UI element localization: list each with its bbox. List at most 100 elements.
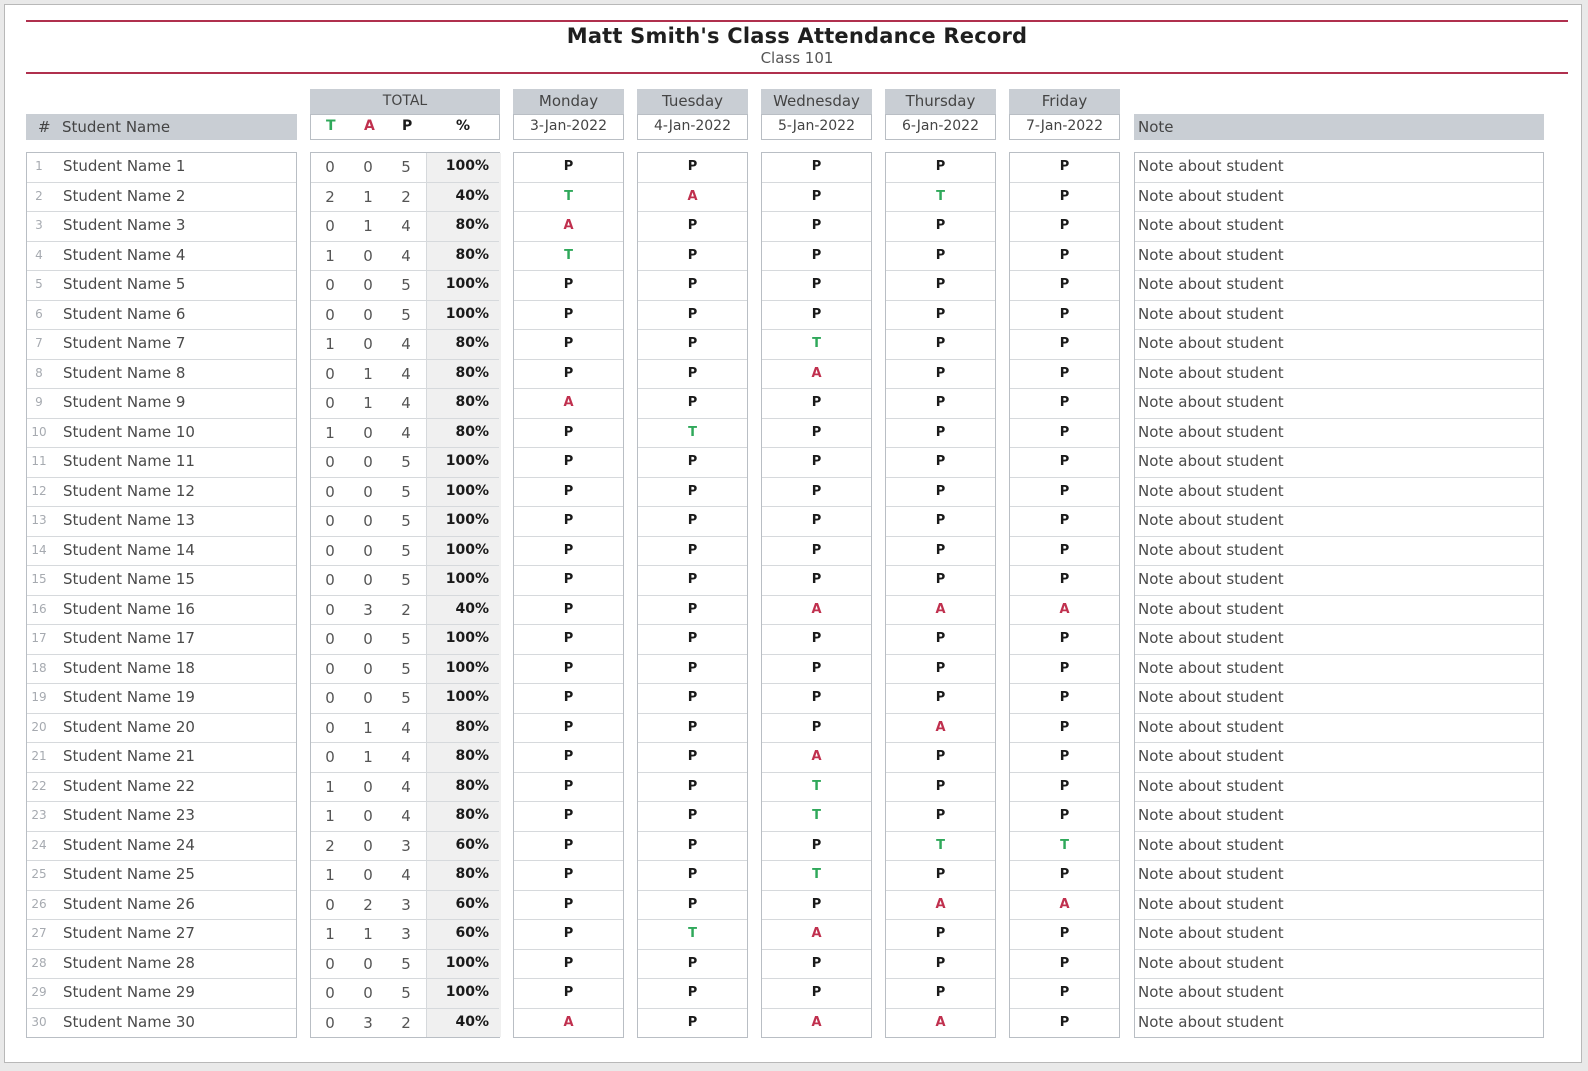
attendance-cell[interactable]: P (886, 360, 995, 389)
attendance-cell[interactable]: P (638, 802, 747, 832)
attendance-cell[interactable]: P (762, 950, 871, 979)
attendance-cell[interactable]: P (1010, 625, 1119, 655)
attendance-cell[interactable]: P (1010, 419, 1119, 448)
attendance-cell[interactable]: P (638, 212, 747, 242)
attendance-cell[interactable]: P (514, 920, 623, 950)
attendance-cell[interactable]: P (514, 153, 623, 183)
attendance-cell[interactable]: P (1010, 537, 1119, 566)
attendance-cell[interactable]: P (1010, 271, 1119, 301)
table-row[interactable]: 11 Student Name 11 (27, 448, 296, 478)
attendance-cell[interactable]: A (514, 1009, 623, 1039)
table-row[interactable]: 26 Student Name 26 (27, 891, 296, 920)
note-row[interactable]: Note about student (1135, 330, 1543, 360)
attendance-cell[interactable]: P (638, 891, 747, 920)
attendance-cell[interactable]: P (1010, 478, 1119, 507)
table-row[interactable]: 24 Student Name 24 (27, 832, 296, 861)
attendance-cell[interactable]: P (638, 271, 747, 301)
attendance-cell[interactable]: P (638, 743, 747, 773)
table-row[interactable]: 16 Student Name 16 (27, 596, 296, 625)
attendance-cell[interactable]: P (886, 389, 995, 419)
attendance-cell[interactable]: P (638, 596, 747, 625)
table-row[interactable]: 6 Student Name 6 (27, 301, 296, 330)
attendance-cell[interactable]: P (886, 271, 995, 301)
attendance-cell[interactable]: P (514, 271, 623, 301)
attendance-cell[interactable]: P (638, 507, 747, 537)
attendance-cell[interactable]: P (762, 891, 871, 920)
attendance-cell[interactable]: P (762, 153, 871, 183)
note-row[interactable]: Note about student (1135, 979, 1543, 1009)
note-row[interactable]: Note about student (1135, 478, 1543, 507)
table-row[interactable]: 2 Student Name 2 (27, 183, 296, 212)
note-row[interactable]: Note about student (1135, 389, 1543, 419)
attendance-cell[interactable]: P (514, 832, 623, 861)
attendance-cell[interactable]: P (762, 566, 871, 596)
attendance-cell[interactable]: P (638, 330, 747, 360)
attendance-cell[interactable]: P (762, 419, 871, 448)
attendance-cell[interactable]: P (886, 625, 995, 655)
attendance-cell[interactable]: P (762, 714, 871, 743)
attendance-cell[interactable]: A (886, 1009, 995, 1039)
attendance-cell[interactable]: P (886, 566, 995, 596)
attendance-cell[interactable]: P (1010, 950, 1119, 979)
attendance-cell[interactable]: P (762, 832, 871, 861)
attendance-cell[interactable]: P (1010, 389, 1119, 419)
attendance-cell[interactable]: P (638, 389, 747, 419)
attendance-cell[interactable]: P (514, 861, 623, 891)
attendance-cell[interactable]: P (886, 448, 995, 478)
table-row[interactable]: 8 Student Name 8 (27, 360, 296, 389)
note-row[interactable]: Note about student (1135, 212, 1543, 242)
attendance-cell[interactable]: P (638, 242, 747, 271)
attendance-cell[interactable]: P (638, 714, 747, 743)
attendance-cell[interactable]: P (886, 950, 995, 979)
attendance-cell[interactable]: P (762, 183, 871, 212)
attendance-cell[interactable]: P (1010, 1009, 1119, 1039)
attendance-cell[interactable]: P (638, 832, 747, 861)
attendance-cell[interactable]: P (638, 448, 747, 478)
attendance-cell[interactable]: P (762, 242, 871, 271)
attendance-cell[interactable]: P (638, 625, 747, 655)
attendance-cell[interactable]: P (1010, 802, 1119, 832)
attendance-cell[interactable]: P (1010, 714, 1119, 743)
attendance-cell[interactable]: P (1010, 861, 1119, 891)
note-row[interactable]: Note about student (1135, 743, 1543, 773)
attendance-cell[interactable]: T (762, 773, 871, 802)
attendance-cell[interactable]: P (1010, 743, 1119, 773)
attendance-cell[interactable]: P (762, 507, 871, 537)
table-row[interactable]: 7 Student Name 7 (27, 330, 296, 360)
note-row[interactable]: Note about student (1135, 802, 1543, 832)
attendance-cell[interactable]: P (886, 419, 995, 448)
note-row[interactable]: Note about student (1135, 861, 1543, 891)
attendance-cell[interactable]: P (886, 301, 995, 330)
attendance-cell[interactable]: A (514, 389, 623, 419)
attendance-cell[interactable]: P (886, 743, 995, 773)
attendance-cell[interactable]: P (638, 1009, 747, 1039)
note-row[interactable]: Note about student (1135, 242, 1543, 271)
note-row[interactable]: Note about student (1135, 773, 1543, 802)
attendance-cell[interactable]: A (762, 920, 871, 950)
attendance-cell[interactable]: P (886, 684, 995, 714)
attendance-cell[interactable]: P (886, 773, 995, 802)
attendance-cell[interactable]: P (1010, 183, 1119, 212)
table-row[interactable]: 13 Student Name 13 (27, 507, 296, 537)
attendance-cell[interactable]: P (1010, 242, 1119, 271)
note-row[interactable]: Note about student (1135, 684, 1543, 714)
attendance-cell[interactable]: T (638, 920, 747, 950)
note-row[interactable]: Note about student (1135, 596, 1543, 625)
attendance-cell[interactable]: A (762, 743, 871, 773)
attendance-cell[interactable]: P (762, 684, 871, 714)
attendance-cell[interactable]: P (1010, 684, 1119, 714)
attendance-cell[interactable]: P (886, 478, 995, 507)
attendance-cell[interactable]: P (1010, 360, 1119, 389)
attendance-cell[interactable]: P (886, 861, 995, 891)
table-row[interactable]: 28 Student Name 28 (27, 950, 296, 979)
attendance-cell[interactable]: P (514, 743, 623, 773)
note-row[interactable]: Note about student (1135, 832, 1543, 861)
attendance-cell[interactable]: P (514, 478, 623, 507)
attendance-cell[interactable]: A (1010, 891, 1119, 920)
attendance-cell[interactable]: T (514, 183, 623, 212)
attendance-cell[interactable]: P (638, 655, 747, 684)
table-row[interactable]: 29 Student Name 29 (27, 979, 296, 1009)
table-row[interactable]: 23 Student Name 23 (27, 802, 296, 832)
note-row[interactable]: Note about student (1135, 537, 1543, 566)
attendance-cell[interactable]: P (514, 773, 623, 802)
